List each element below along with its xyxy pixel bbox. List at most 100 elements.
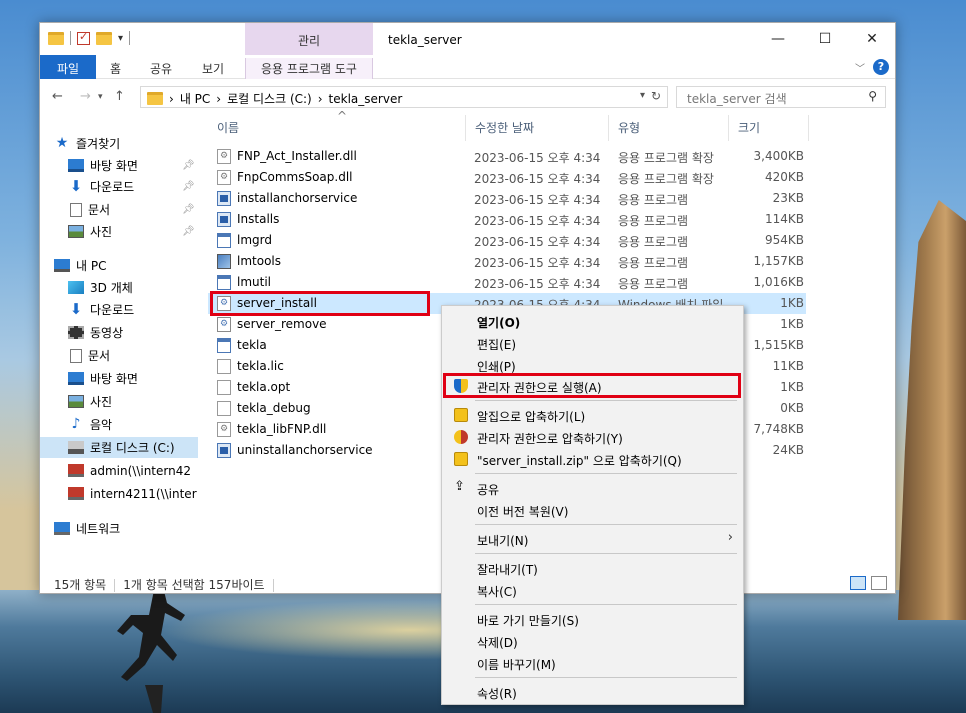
column-header-type[interactable]: 유형 bbox=[618, 119, 640, 136]
nav-network-drive-admin[interactable]: admin(\\intern42 bbox=[68, 460, 198, 481]
text-file-icon bbox=[217, 359, 231, 374]
file-size: 1,515KB bbox=[753, 338, 804, 352]
file-row[interactable]: lmutil 2023-06-15 오후 4:34 응용 프로그램 1,016KB bbox=[208, 272, 806, 293]
refresh-icon[interactable]: ↻ bbox=[651, 89, 661, 103]
forward-button[interactable]: → bbox=[80, 89, 91, 104]
tab-home[interactable]: 홈 bbox=[100, 58, 131, 79]
breadcrumb-local-disk[interactable]: 로컬 디스크 (C:) bbox=[227, 90, 312, 107]
menu-zip-alzip[interactable]: 알집으로 압축하기(L) bbox=[444, 404, 741, 426]
context-menu: 열기(O) 편집(E) 인쇄(P) 관리자 권한으로 실행(A) 알집으로 압축… bbox=[441, 305, 744, 705]
address-bar[interactable]: › 내 PC › 로컬 디스크 (C:) › tekla_server ▾ ↻ bbox=[140, 86, 668, 108]
search-box[interactable]: tekla_server 검색 ⚲ bbox=[676, 86, 886, 108]
nav-network-drive-intern[interactable]: intern4211(\\inter bbox=[68, 483, 198, 504]
share-icon: ⇪ bbox=[454, 479, 465, 494]
menu-open[interactable]: 열기(O) bbox=[444, 310, 741, 332]
file-size: 1,016KB bbox=[753, 275, 804, 289]
nav-quick-pictures[interactable]: 사진 📌︎ bbox=[68, 221, 198, 242]
menu-edit[interactable]: 편집(E) bbox=[444, 332, 741, 354]
nav-quick-downloads[interactable]: ⬇ 다운로드 📌︎ bbox=[68, 176, 198, 197]
tab-share[interactable]: 공유 bbox=[140, 58, 182, 79]
nav-pictures[interactable]: 사진 bbox=[68, 391, 112, 412]
column-header-name[interactable]: 이름 bbox=[217, 119, 239, 136]
file-size: 1KB bbox=[780, 380, 804, 394]
column-header-date[interactable]: 수정한 날짜 bbox=[475, 119, 534, 136]
menu-run-as-admin[interactable]: 관리자 권한으로 실행(A) bbox=[444, 375, 741, 397]
back-button[interactable]: ← bbox=[52, 89, 63, 104]
menu-zip-admin[interactable]: 관리자 권한으로 압축하기(Y) bbox=[444, 426, 741, 448]
minimize-button[interactable]: — bbox=[755, 23, 801, 55]
nav-music[interactable]: ♪ 음악 bbox=[68, 414, 113, 435]
nav-videos[interactable]: 동영상 bbox=[68, 322, 123, 343]
menu-zip-named[interactable]: "server_install.zip" 으로 압축하기(Q) bbox=[444, 448, 741, 470]
menu-share[interactable]: ⇪ 공유 bbox=[444, 477, 741, 499]
maximize-button[interactable]: ☐ bbox=[802, 23, 848, 55]
nav-network[interactable]: 네트워크 bbox=[54, 518, 120, 539]
column-header-size[interactable]: 크기 bbox=[738, 119, 760, 136]
dll-file-icon bbox=[217, 149, 231, 164]
menu-create-shortcut[interactable]: 바로 가기 만들기(S) bbox=[444, 608, 741, 630]
expand-ribbon-chevron-icon[interactable]: ﹀ bbox=[855, 60, 865, 75]
menu-copy[interactable]: 복사(C) bbox=[444, 579, 741, 601]
close-button[interactable]: ✕ bbox=[849, 23, 895, 55]
file-name: tekla_debug bbox=[237, 401, 311, 415]
nav-quick-desktop[interactable]: 바탕 화면 📌︎ bbox=[68, 155, 198, 176]
breadcrumb-tekla-server[interactable]: tekla_server bbox=[329, 92, 403, 106]
file-size: 23KB bbox=[772, 191, 804, 205]
nav-quick-access[interactable]: ★ 즐겨찾기 bbox=[54, 133, 120, 154]
menu-send-to[interactable]: 보내기(N) › bbox=[444, 528, 741, 550]
nav-desktop[interactable]: 바탕 화면 bbox=[68, 368, 138, 389]
breadcrumb: › 내 PC › 로컬 디스크 (C:) › tekla_server bbox=[147, 90, 402, 107]
large-icons-view-icon[interactable] bbox=[871, 576, 887, 590]
tab-view[interactable]: 보기 bbox=[192, 58, 234, 79]
file-name: lmgrd bbox=[237, 233, 272, 247]
nav-downloads[interactable]: ⬇ 다운로드 bbox=[68, 299, 134, 320]
address-dropdown-chevron-icon[interactable]: ▾ bbox=[640, 90, 645, 101]
file-name: tekla.opt bbox=[237, 380, 291, 394]
customize-toolbar-chevron-icon[interactable]: ▾ bbox=[118, 33, 123, 44]
properties-icon[interactable] bbox=[77, 30, 90, 45]
file-row[interactable]: lmgrd 2023-06-15 오후 4:34 응용 프로그램 954KB bbox=[208, 230, 806, 251]
tab-file[interactable]: 파일 bbox=[40, 55, 96, 79]
pictures-icon bbox=[68, 395, 84, 408]
file-name: server_remove bbox=[237, 317, 327, 331]
batch-file-icon bbox=[217, 296, 231, 311]
application-icon bbox=[217, 275, 231, 290]
lmtools-icon bbox=[217, 254, 231, 269]
recent-locations-chevron-icon[interactable]: ▾ bbox=[98, 92, 103, 102]
menu-print[interactable]: 인쇄(P) bbox=[444, 354, 741, 376]
nav-documents[interactable]: 문서 bbox=[70, 345, 110, 366]
menu-delete[interactable]: 삭제(D) bbox=[444, 630, 741, 652]
file-type: 응용 프로그램 bbox=[618, 235, 689, 249]
new-folder-icon[interactable] bbox=[96, 31, 112, 45]
nav-this-pc[interactable]: 내 PC bbox=[54, 255, 106, 276]
pictures-icon bbox=[68, 225, 84, 238]
alzip-icon bbox=[454, 452, 468, 466]
file-row[interactable]: FnpCommsSoap.dll 2023-06-15 오후 4:34 응용 프로그… bbox=[208, 167, 806, 188]
breadcrumb-this-pc[interactable]: 내 PC bbox=[180, 90, 210, 107]
contextual-tab-group: 관리 bbox=[245, 23, 373, 55]
file-name: tekla.lic bbox=[237, 359, 284, 373]
folder-icon bbox=[147, 92, 163, 105]
menu-properties[interactable]: 속성(R) bbox=[444, 681, 741, 703]
file-type: 응용 프로그램 bbox=[618, 193, 689, 207]
tab-application-tools[interactable]: 응용 프로그램 도구 bbox=[245, 58, 373, 79]
up-button[interactable]: ↑ bbox=[114, 89, 125, 104]
details-view-icon[interactable] bbox=[850, 576, 866, 590]
menu-rename[interactable]: 이름 바꾸기(M) bbox=[444, 652, 741, 674]
help-icon[interactable]: ? bbox=[873, 59, 889, 75]
file-row[interactable]: Installs 2023-06-15 오후 4:34 응용 프로그램 114KB bbox=[208, 209, 806, 230]
desktop-icon bbox=[68, 372, 84, 385]
file-row[interactable]: installanchorservice 2023-06-15 오후 4:34 응용… bbox=[208, 188, 806, 209]
document-icon bbox=[70, 348, 82, 363]
menu-restore-previous[interactable]: 이전 버전 복원(V) bbox=[444, 499, 741, 521]
file-date: 2023-06-15 오후 4:34 bbox=[474, 172, 601, 186]
file-name: tekla_libFNP.dll bbox=[237, 422, 327, 436]
music-icon: ♪ bbox=[71, 416, 81, 432]
menu-cut[interactable]: 잘라내기(T) bbox=[444, 557, 741, 579]
file-type: 응용 프로그램 확장 bbox=[618, 172, 714, 186]
file-row[interactable]: lmtools 2023-06-15 오후 4:34 응용 프로그램 1,157KB bbox=[208, 251, 806, 272]
nav-3d-objects[interactable]: 3D 개체 bbox=[68, 277, 133, 298]
nav-local-disk[interactable]: 로컬 디스크 (C:) bbox=[40, 437, 198, 458]
nav-quick-documents[interactable]: 문서 📌︎ bbox=[70, 199, 198, 220]
file-row[interactable]: FNP_Act_Installer.dll 2023-06-15 오후 4:34 응… bbox=[208, 146, 806, 167]
